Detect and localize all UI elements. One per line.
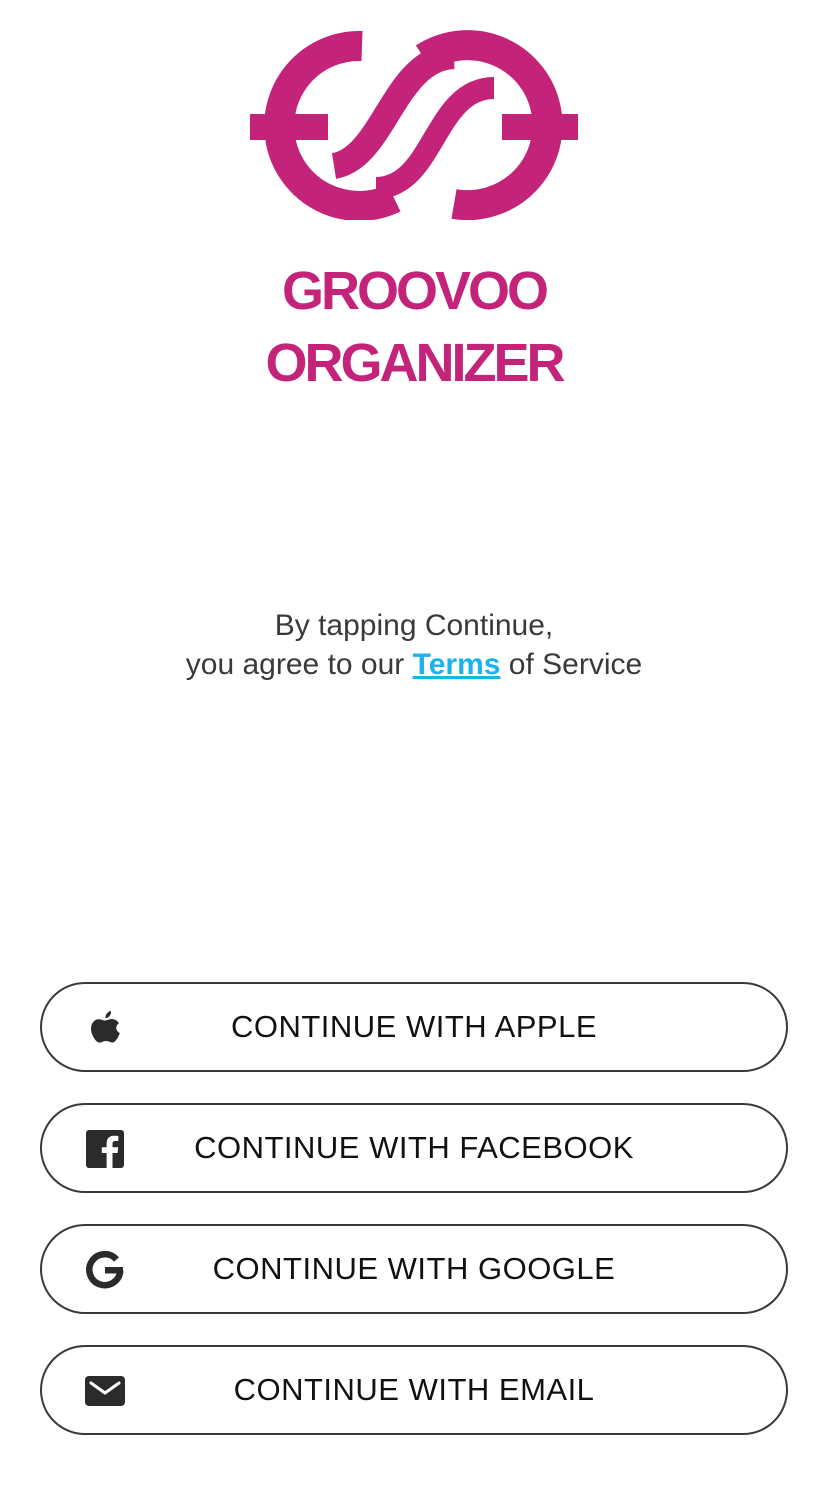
terms-line2: you agree to our Terms of Service: [0, 645, 828, 684]
continue-with-google-button[interactable]: CONTINUE WITH GOOGLE: [40, 1224, 788, 1314]
logo-icon: [250, 30, 578, 220]
terms-link[interactable]: Terms: [413, 648, 501, 681]
continue-with-facebook-label: CONTINUE WITH FACEBOOK: [194, 1130, 634, 1165]
terms-suffix: of Service: [500, 648, 643, 681]
continue-with-facebook-button[interactable]: CONTINUE WITH FACEBOOK: [40, 1103, 788, 1193]
continue-with-apple-label: CONTINUE WITH APPLE: [230, 1009, 598, 1044]
continue-with-apple-button[interactable]: CONTINUE WITH APPLE: [40, 982, 788, 1072]
brand-title-line1: GROOVOO: [281, 261, 549, 321]
continue-with-email-label: CONTINUE WITH EMAIL: [233, 1372, 595, 1407]
brand-title-line2: ORGANIZER: [265, 333, 566, 393]
terms-notice: By tapping Continue, you agree to our Te…: [0, 606, 828, 684]
continue-with-email-button[interactable]: CONTINUE WITH EMAIL: [40, 1345, 788, 1435]
continue-with-google-label: CONTINUE WITH GOOGLE: [212, 1251, 616, 1286]
terms-prefix: you agree to our: [185, 648, 413, 681]
terms-line1: By tapping Continue,: [274, 609, 554, 642]
